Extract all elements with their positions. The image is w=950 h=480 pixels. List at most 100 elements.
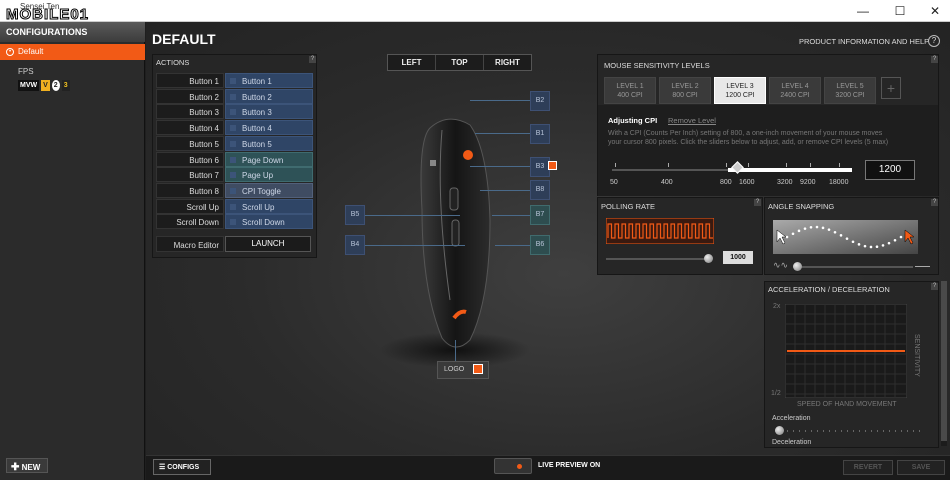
watermark-logo: MOBILE01 — [5, 6, 90, 24]
action-row: Button 1 Button 1 — [156, 73, 313, 88]
actions-help-icon[interactable]: ? — [309, 56, 316, 63]
active-dot-icon: • — [6, 47, 14, 56]
polling-help-icon[interactable]: ? — [754, 199, 761, 206]
acceleration-slider-track[interactable] — [775, 430, 920, 432]
action-row: Button 8 CPI Toggle — [156, 182, 313, 198]
angle-slider-knob[interactable] — [793, 262, 802, 271]
plus-icon: ✚ — [11, 462, 20, 473]
angle-slider-track[interactable] — [793, 266, 913, 268]
accel-y-top: 2x — [773, 303, 781, 310]
save-button[interactable]: SAVE — [897, 460, 945, 475]
polling-slider-knob[interactable] — [704, 254, 713, 263]
button-label-b8[interactable]: B8 — [530, 180, 550, 200]
action-row: Button 6 Page Down — [156, 151, 313, 167]
callout-line — [365, 215, 460, 216]
action-row: Button 5 Button 5 — [156, 135, 313, 151]
angle-snapping-title: ANGLE SNAPPING — [768, 202, 835, 211]
sidebar-header: CONFIGURATIONS — [0, 22, 145, 42]
callout-line — [365, 245, 465, 246]
angle-help-icon[interactable]: ? — [931, 199, 938, 206]
action-binding[interactable]: CPI Toggle — [225, 182, 313, 198]
binding-label: Scroll Down — [242, 218, 285, 228]
action-row: Button 7 Page Up — [156, 167, 313, 183]
tab-top[interactable]: TOP — [436, 55, 484, 70]
button-label-b3[interactable]: B3 — [530, 157, 550, 177]
adjusting-cpi-tab[interactable]: Adjusting CPI — [608, 116, 657, 125]
configs-label: CONFIGS — [167, 464, 200, 471]
callout-line — [470, 100, 530, 101]
binding-label: Button 5 — [242, 139, 272, 149]
view-tabs: LEFT TOP RIGHT — [387, 54, 532, 71]
action-key: Button 2 — [156, 88, 224, 104]
minimize-button[interactable]: — — [855, 3, 871, 19]
cpi-scale-9200: 9200 — [800, 179, 816, 186]
action-binding[interactable]: Button 2 — [225, 88, 313, 104]
add-level-button[interactable]: + — [881, 77, 901, 99]
angle-snapping-panel: ANGLE SNAPPING ? ∿∿ — [764, 197, 939, 275]
revert-button[interactable]: REVERT — [843, 460, 893, 475]
scrollbar[interactable] — [941, 281, 947, 446]
callout-line — [455, 340, 456, 362]
sensitivity-help-icon[interactable]: ? — [931, 56, 938, 63]
button-label-b6[interactable]: B6 — [530, 235, 550, 255]
acceleration-slider-knob[interactable] — [775, 426, 784, 435]
action-binding[interactable]: Button 1 — [225, 73, 313, 88]
launch-macro-button[interactable]: LAUNCH — [225, 236, 311, 252]
live-preview-toggle[interactable] — [494, 458, 532, 474]
tab-right[interactable]: RIGHT — [484, 55, 531, 70]
action-binding[interactable]: Scroll Up — [225, 198, 313, 214]
new-config-button[interactable]: ✚ NEW — [6, 458, 48, 473]
action-binding[interactable]: Button 3 — [225, 104, 313, 120]
product-info-link[interactable]: PRODUCT INFORMATION AND HELP — [799, 37, 929, 46]
help-icon[interactable]: ? — [928, 35, 940, 47]
button-label-b7[interactable]: B7 — [530, 205, 550, 225]
action-binding[interactable]: Button 4 — [225, 120, 313, 136]
acceleration-panel: ACCELERATION / DECELERATION ? 2x 1/2 SEN… — [764, 281, 939, 448]
fps-game-icons: MVW V 2 3 — [18, 80, 70, 92]
straight-line-icon — [915, 266, 930, 267]
action-key: Button 7 — [156, 167, 224, 183]
level-name: LEVEL 3 — [726, 83, 754, 90]
button-label-b2[interactable]: B2 — [530, 91, 550, 111]
polling-value[interactable]: 1000 — [723, 251, 753, 264]
action-binding[interactable]: Page Down — [225, 151, 313, 167]
list-icon: ☰ — [159, 464, 166, 471]
binding-label: CPI Toggle — [242, 186, 281, 196]
game-icon-2: V — [41, 80, 50, 91]
level-cpi: 400 CPI — [617, 92, 643, 99]
tab-left[interactable]: LEFT — [388, 55, 436, 70]
binding-label: Page Up — [242, 171, 274, 181]
cpi-description-2: your cursor 800 pixels. Click the slider… — [608, 139, 889, 146]
sensitivity-level-5[interactable]: LEVEL 5 3200 CPI — [824, 77, 876, 104]
logo-label-text: LOGO — [444, 366, 465, 373]
action-key: Button 4 — [156, 120, 224, 136]
polling-slider-track[interactable] — [606, 258, 711, 260]
level-name: LEVEL 2 — [671, 83, 699, 90]
close-button[interactable]: ✕ — [927, 3, 943, 19]
logo-color-swatch-icon[interactable] — [473, 364, 483, 374]
button-label-b4[interactable]: B4 — [345, 235, 365, 255]
action-binding[interactable]: Page Up — [225, 167, 313, 183]
action-key: Scroll Up — [156, 198, 224, 214]
sensitivity-level-4[interactable]: LEVEL 4 2400 CPI — [769, 77, 821, 104]
sensitivity-level-3[interactable]: LEVEL 3 1200 CPI — [714, 77, 766, 104]
sensitivity-level-2[interactable]: LEVEL 2 800 CPI — [659, 77, 711, 104]
action-binding[interactable]: Button 5 — [225, 135, 313, 151]
config-item-fps[interactable]: FPS — [18, 67, 34, 76]
remove-level-link[interactable]: Remove Level — [668, 116, 716, 125]
cpi-value-input[interactable]: 1200 — [865, 160, 915, 180]
button-label-b5[interactable]: B5 — [345, 205, 365, 225]
maximize-button[interactable]: ☐ — [892, 3, 908, 19]
binding-label: Button 1 — [242, 77, 272, 86]
config-item-default[interactable]: • Default — [0, 44, 145, 60]
color-swatch-icon[interactable] — [548, 161, 557, 170]
action-row: Scroll Down Scroll Down — [156, 214, 313, 230]
button-label-b1[interactable]: B1 — [530, 124, 550, 144]
binding-icon — [230, 109, 236, 116]
cpi-slider-range — [728, 168, 852, 172]
sensitivity-level-1[interactable]: LEVEL 1 400 CPI — [604, 77, 656, 104]
accel-help-icon[interactable]: ? — [931, 283, 938, 290]
configs-button[interactable]: ☰ CONFIGS — [153, 459, 211, 475]
action-binding[interactable]: Scroll Down — [225, 214, 313, 230]
acceleration-label: Acceleration — [772, 415, 811, 422]
